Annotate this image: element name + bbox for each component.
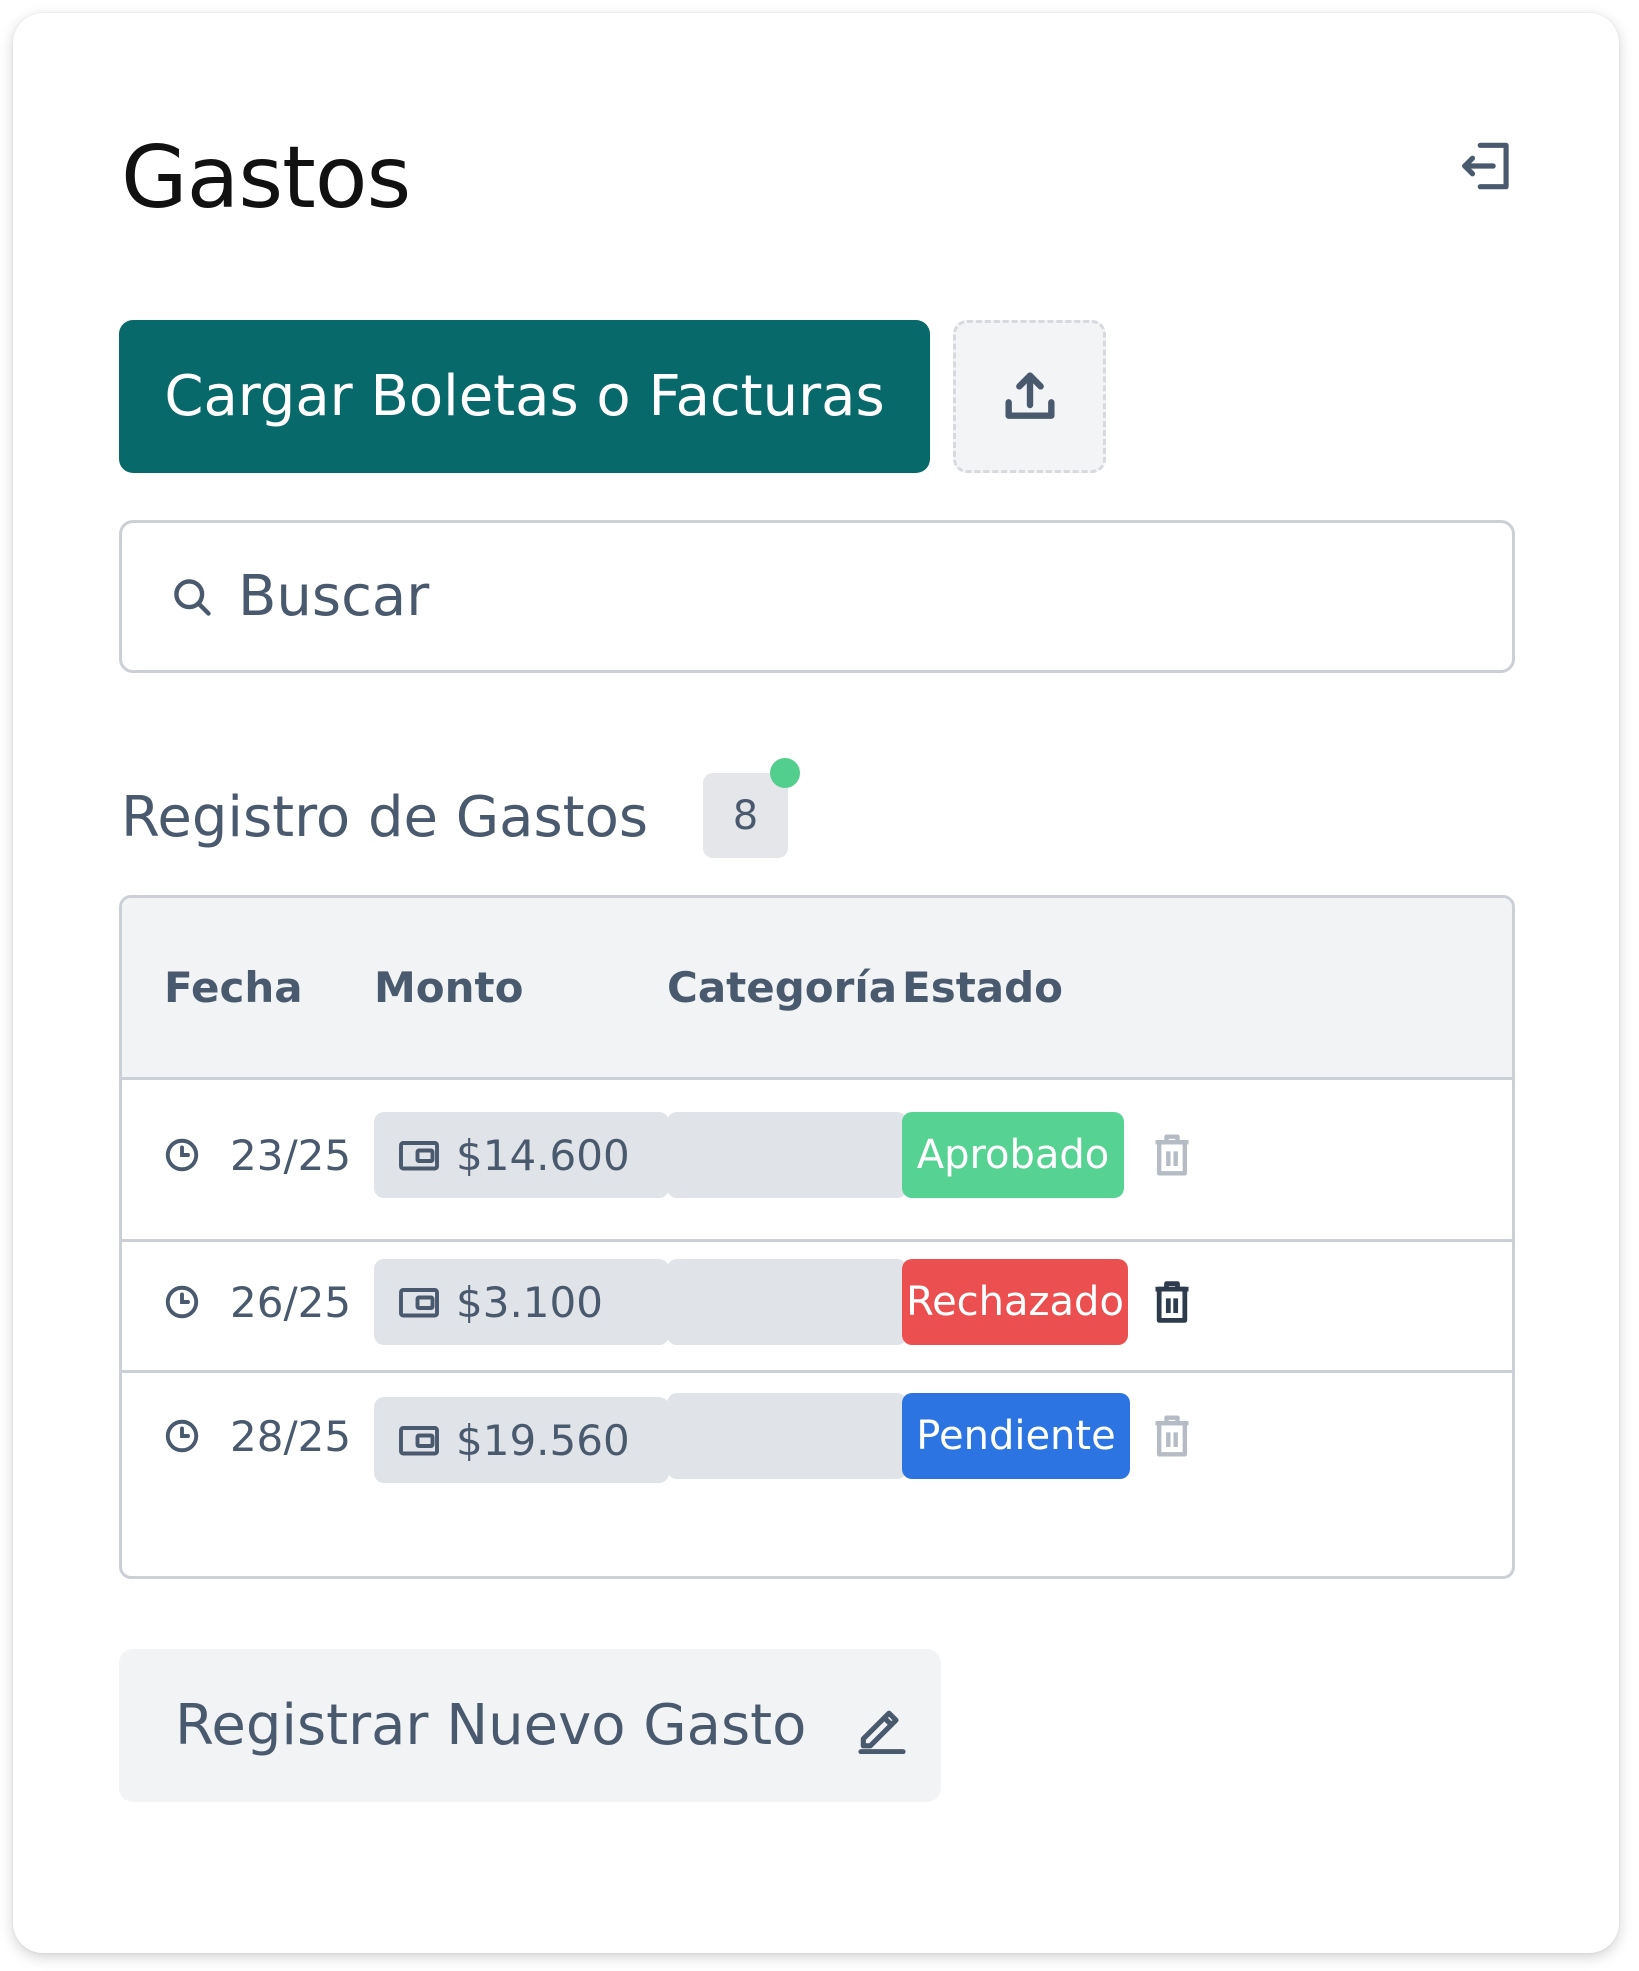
column-header-date: Fecha: [164, 963, 303, 1012]
amount-text: $19.560: [456, 1415, 630, 1465]
search-input[interactable]: [236, 563, 1420, 630]
expenses-card: Gastos Cargar Boletas o Facturas Registr…: [13, 13, 1619, 1953]
date-text: 26/25: [230, 1277, 352, 1327]
date-cell: 28/25: [164, 1393, 351, 1479]
clock-icon: [165, 1285, 199, 1319]
status-badge-approved[interactable]: Aprobado: [902, 1112, 1124, 1198]
column-header-status: Estado: [902, 963, 1064, 1012]
trash-icon: [1155, 1415, 1189, 1457]
status-badge-pending[interactable]: Pendiente: [902, 1393, 1130, 1479]
search-icon: [174, 578, 211, 616]
status-badge-rejected[interactable]: Rechazado: [902, 1259, 1128, 1345]
table-row: 23/25 $14.600 Aprobado: [122, 1080, 1512, 1242]
date-text: 28/25: [230, 1411, 352, 1461]
wallet-icon: [399, 1426, 439, 1456]
trash-icon: [1155, 1281, 1189, 1323]
date-text: 23/25: [230, 1130, 352, 1180]
expenses-table: Fecha Monto Categoría Estado 23/25 $14.6…: [119, 895, 1515, 1579]
amount-text: $3.100: [456, 1277, 603, 1327]
column-header-amount: Monto: [374, 963, 524, 1012]
category-cell: [667, 1112, 907, 1198]
new-expense-label: Registrar Nuevo Gasto: [175, 1693, 807, 1758]
wallet-icon: [399, 1288, 439, 1318]
new-expense-button[interactable]: Registrar Nuevo Gasto: [119, 1649, 941, 1802]
column-header-category: Categoría: [667, 963, 898, 1012]
delete-button[interactable]: [1142, 1259, 1202, 1345]
category-cell: [667, 1393, 907, 1479]
delete-button[interactable]: [1142, 1393, 1202, 1479]
amount-cell: $14.600: [374, 1112, 669, 1198]
notification-dot: [770, 758, 800, 788]
amount-cell: $3.100: [374, 1259, 669, 1345]
registry-title: Registro de Gastos: [121, 785, 649, 850]
table-header: Fecha Monto Categoría Estado: [122, 898, 1512, 1080]
upload-icon: [1004, 371, 1055, 419]
count-badge: 8: [703, 773, 788, 858]
upload-button[interactable]: [953, 320, 1106, 473]
pencil-icon: [854, 1698, 910, 1754]
table-row: 26/25 $3.100 Rechazado: [122, 1242, 1512, 1373]
search-box: [119, 520, 1515, 673]
trash-icon: [1155, 1134, 1189, 1176]
date-cell: 26/25: [164, 1259, 351, 1345]
wallet-icon: [399, 1141, 439, 1171]
logout-button[interactable]: [1443, 121, 1533, 211]
page-title: Gastos: [121, 128, 411, 228]
amount-text: $14.600: [456, 1130, 630, 1180]
table-row: 28/25 $19.560 Pendiente: [122, 1373, 1512, 1576]
upload-receipts-button[interactable]: Cargar Boletas o Facturas: [119, 320, 930, 473]
clock-icon: [165, 1419, 199, 1453]
delete-button[interactable]: [1142, 1112, 1202, 1198]
category-cell: [667, 1259, 907, 1345]
amount-cell: $19.560: [374, 1397, 669, 1483]
clock-icon: [165, 1138, 199, 1172]
date-cell: 23/25: [164, 1112, 351, 1198]
logout-icon: [1462, 142, 1509, 190]
